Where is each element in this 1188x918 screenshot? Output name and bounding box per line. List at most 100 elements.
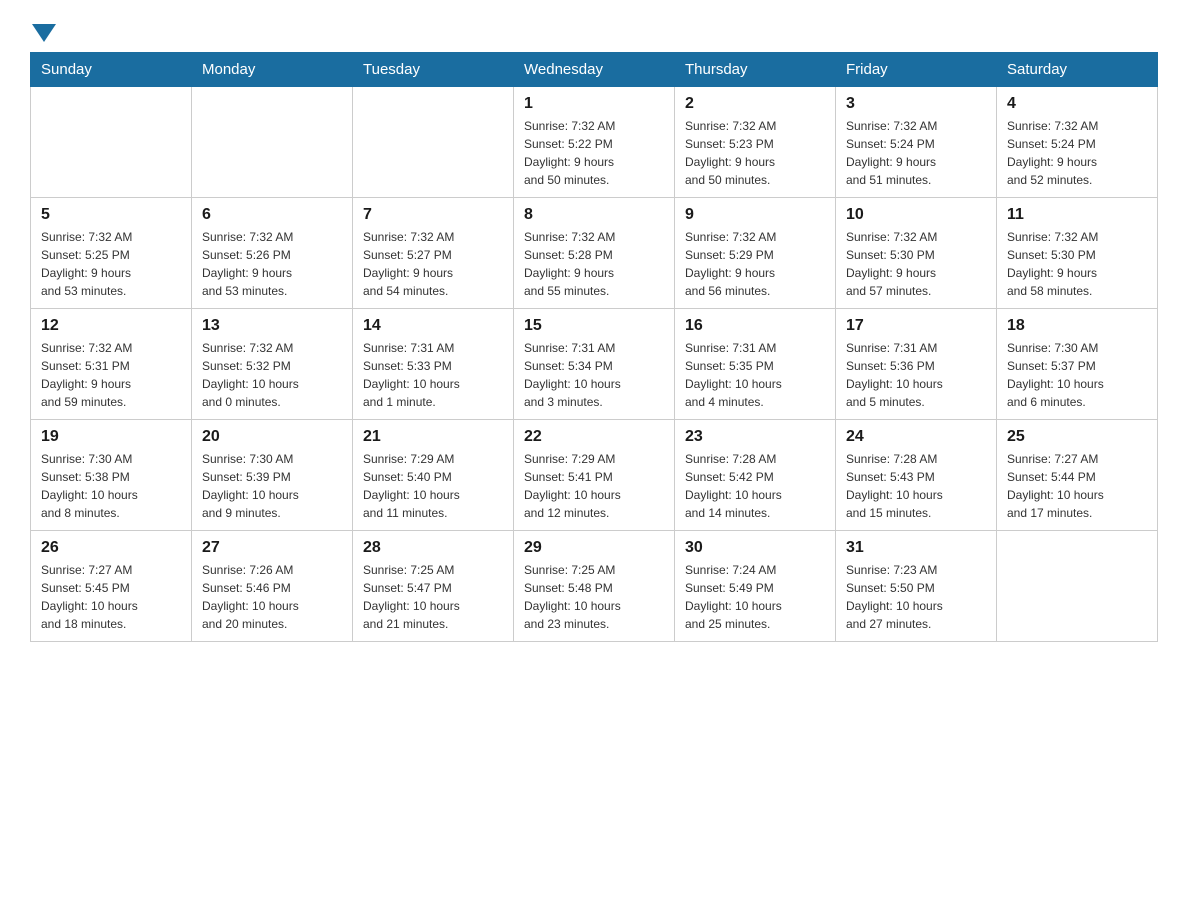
day-info: Sunrise: 7:24 AM Sunset: 5:49 PM Dayligh… [685,561,825,633]
day-cell: 29 Sunrise: 7:25 AM Sunset: 5:48 PM Dayli… [514,531,675,642]
day-number: 10 [846,206,986,224]
week-row-1: 5 Sunrise: 7:32 AM Sunset: 5:25 PM Daylig… [31,198,1158,309]
page-header [30,20,1158,42]
day-info: Sunrise: 7:32 AM Sunset: 5:27 PM Dayligh… [363,228,503,300]
day-cell: 13 Sunrise: 7:32 AM Sunset: 5:32 PM Dayli… [192,309,353,420]
day-number: 17 [846,317,986,335]
day-cell: 3Sunrise: 7:32 AM Sunset: 5:24 PM Daylig… [836,87,997,198]
day-number: 13 [202,317,342,335]
day-info: Sunrise: 7:23 AM Sunset: 5:50 PM Dayligh… [846,561,986,633]
day-number: 15 [524,317,664,335]
day-cell: 15 Sunrise: 7:31 AM Sunset: 5:34 PM Dayli… [514,309,675,420]
day-cell: 8Sunrise: 7:32 AM Sunset: 5:28 PM Daylig… [514,198,675,309]
day-cell: 27Sunrise: 7:26 AM Sunset: 5:46 PM Dayli… [192,531,353,642]
day-number: 14 [363,317,503,335]
day-number: 25 [1007,428,1147,446]
week-row-2: 12 Sunrise: 7:32 AM Sunset: 5:31 PM Dayli… [31,309,1158,420]
day-info: Sunrise: 7:28 AM Sunset: 5:42 PM Dayligh… [685,450,825,522]
day-number: 27 [202,539,342,557]
col-header-tuesday: Tuesday [353,53,514,87]
day-cell: 10 Sunrise: 7:32 AM Sunset: 5:30 PM Dayli… [836,198,997,309]
day-info: Sunrise: 7:25 AM Sunset: 5:47 PM Dayligh… [363,561,503,633]
day-info: Sunrise: 7:29 AM Sunset: 5:40 PM Dayligh… [363,450,503,522]
day-number: 16 [685,317,825,335]
day-number: 12 [41,317,181,335]
calendar-table: SundayMondayTuesdayWednesdayThursdayFrid… [30,52,1158,642]
col-header-friday: Friday [836,53,997,87]
day-number: 1 [524,95,664,113]
day-info: Sunrise: 7:32 AM Sunset: 5:25 PM Dayligh… [41,228,181,300]
day-info: Sunrise: 7:32 AM Sunset: 5:22 PM Dayligh… [524,117,664,189]
day-info: Sunrise: 7:32 AM Sunset: 5:28 PM Dayligh… [524,228,664,300]
day-info: Sunrise: 7:31 AM Sunset: 5:35 PM Dayligh… [685,339,825,411]
day-cell: 11 Sunrise: 7:32 AM Sunset: 5:30 PM Dayli… [997,198,1158,309]
day-cell: 31 Sunrise: 7:23 AM Sunset: 5:50 PM Dayli… [836,531,997,642]
day-info: Sunrise: 7:30 AM Sunset: 5:38 PM Dayligh… [41,450,181,522]
day-cell: 17 Sunrise: 7:31 AM Sunset: 5:36 PM Dayli… [836,309,997,420]
col-header-saturday: Saturday [997,53,1158,87]
logo-arrow-icon [32,24,56,42]
week-row-4: 26 Sunrise: 7:27 AM Sunset: 5:45 PM Dayli… [31,531,1158,642]
day-info: Sunrise: 7:28 AM Sunset: 5:43 PM Dayligh… [846,450,986,522]
day-info: Sunrise: 7:31 AM Sunset: 5:34 PM Dayligh… [524,339,664,411]
col-header-monday: Monday [192,53,353,87]
day-info: Sunrise: 7:30 AM Sunset: 5:39 PM Dayligh… [202,450,342,522]
day-number: 28 [363,539,503,557]
day-cell [31,87,192,198]
day-cell: 28 Sunrise: 7:25 AM Sunset: 5:47 PM Dayli… [353,531,514,642]
day-number: 22 [524,428,664,446]
day-number: 9 [685,206,825,224]
day-cell: 14Sunrise: 7:31 AM Sunset: 5:33 PM Dayli… [353,309,514,420]
day-cell: 6Sunrise: 7:32 AM Sunset: 5:26 PM Daylig… [192,198,353,309]
day-cell: 22Sunrise: 7:29 AM Sunset: 5:41 PM Dayli… [514,420,675,531]
day-cell [192,87,353,198]
day-info: Sunrise: 7:27 AM Sunset: 5:44 PM Dayligh… [1007,450,1147,522]
day-cell: 24 Sunrise: 7:28 AM Sunset: 5:43 PM Dayli… [836,420,997,531]
day-cell [353,87,514,198]
day-cell: 25 Sunrise: 7:27 AM Sunset: 5:44 PM Dayli… [997,420,1158,531]
day-number: 4 [1007,95,1147,113]
day-number: 29 [524,539,664,557]
day-info: Sunrise: 7:32 AM Sunset: 5:29 PM Dayligh… [685,228,825,300]
day-info: Sunrise: 7:32 AM Sunset: 5:30 PM Dayligh… [1007,228,1147,300]
day-info: Sunrise: 7:32 AM Sunset: 5:32 PM Dayligh… [202,339,342,411]
day-cell: 21 Sunrise: 7:29 AM Sunset: 5:40 PM Dayli… [353,420,514,531]
day-info: Sunrise: 7:31 AM Sunset: 5:36 PM Dayligh… [846,339,986,411]
week-row-0: 1 Sunrise: 7:32 AM Sunset: 5:22 PM Daylig… [31,87,1158,198]
day-info: Sunrise: 7:32 AM Sunset: 5:30 PM Dayligh… [846,228,986,300]
day-number: 26 [41,539,181,557]
col-header-thursday: Thursday [675,53,836,87]
day-number: 2 [685,95,825,113]
day-number: 23 [685,428,825,446]
day-number: 5 [41,206,181,224]
day-cell: 30 Sunrise: 7:24 AM Sunset: 5:49 PM Dayli… [675,531,836,642]
day-info: Sunrise: 7:27 AM Sunset: 5:45 PM Dayligh… [41,561,181,633]
day-info: Sunrise: 7:32 AM Sunset: 5:31 PM Dayligh… [41,339,181,411]
day-number: 21 [363,428,503,446]
day-cell: 19 Sunrise: 7:30 AM Sunset: 5:38 PM Dayli… [31,420,192,531]
day-info: Sunrise: 7:25 AM Sunset: 5:48 PM Dayligh… [524,561,664,633]
day-info: Sunrise: 7:30 AM Sunset: 5:37 PM Dayligh… [1007,339,1147,411]
day-number: 6 [202,206,342,224]
day-cell: 12 Sunrise: 7:32 AM Sunset: 5:31 PM Dayli… [31,309,192,420]
day-number: 19 [41,428,181,446]
day-cell: 9 Sunrise: 7:32 AM Sunset: 5:29 PM Daylig… [675,198,836,309]
day-cell: 23 Sunrise: 7:28 AM Sunset: 5:42 PM Dayli… [675,420,836,531]
col-header-wednesday: Wednesday [514,53,675,87]
day-number: 18 [1007,317,1147,335]
day-number: 31 [846,539,986,557]
day-cell: 4Sunrise: 7:32 AM Sunset: 5:24 PM Daylig… [997,87,1158,198]
day-info: Sunrise: 7:32 AM Sunset: 5:24 PM Dayligh… [846,117,986,189]
day-number: 24 [846,428,986,446]
day-cell: 1 Sunrise: 7:32 AM Sunset: 5:22 PM Daylig… [514,87,675,198]
day-number: 30 [685,539,825,557]
day-number: 11 [1007,206,1147,224]
day-cell: 16 Sunrise: 7:31 AM Sunset: 5:35 PM Dayli… [675,309,836,420]
day-cell: 7 Sunrise: 7:32 AM Sunset: 5:27 PM Daylig… [353,198,514,309]
day-cell: 2Sunrise: 7:32 AM Sunset: 5:23 PM Daylig… [675,87,836,198]
header-row: SundayMondayTuesdayWednesdayThursdayFrid… [31,53,1158,87]
day-number: 7 [363,206,503,224]
day-cell [997,531,1158,642]
col-header-sunday: Sunday [31,53,192,87]
week-row-3: 19 Sunrise: 7:30 AM Sunset: 5:38 PM Dayli… [31,420,1158,531]
